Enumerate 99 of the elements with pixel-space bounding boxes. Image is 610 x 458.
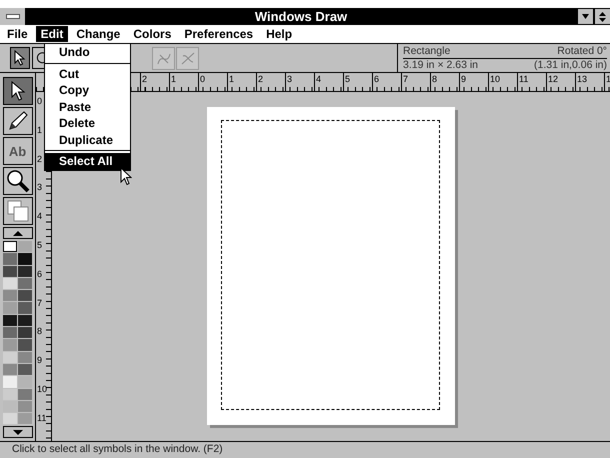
color-swatch[interactable] bbox=[3, 290, 17, 302]
menu-option[interactable]: Cut bbox=[45, 66, 130, 82]
down-arrow-icon bbox=[12, 430, 22, 435]
magnifier-icon bbox=[6, 169, 30, 193]
ruler-label: 9 bbox=[36, 354, 44, 368]
ruler-label: 2 bbox=[36, 152, 44, 166]
color-swatch[interactable] bbox=[3, 302, 17, 314]
pointer-tool[interactable] bbox=[2, 77, 32, 105]
system-menu-button[interactable] bbox=[0, 8, 26, 25]
menu-item[interactable]: Preferences bbox=[179, 26, 258, 42]
size-readout: 3.19 in × 2.63 in bbox=[403, 59, 478, 72]
ruler-label: 12 bbox=[546, 73, 575, 91]
position-readout: (1.31 in,0.06 in) bbox=[534, 59, 607, 72]
up-down-arrows-icon bbox=[599, 12, 606, 22]
pencil-icon bbox=[6, 110, 28, 132]
down-arrow-icon bbox=[582, 14, 589, 19]
menu-item[interactable]: Colors bbox=[128, 26, 176, 42]
color-swatch[interactable] bbox=[3, 376, 17, 388]
menu-option[interactable]: Delete bbox=[45, 115, 130, 132]
group-button[interactable] bbox=[176, 47, 199, 70]
ruler-label: 5 bbox=[36, 238, 44, 252]
ruler-label: 2 bbox=[256, 73, 285, 91]
ruler-label: 5 bbox=[343, 73, 372, 91]
menu-option[interactable]: Select All bbox=[45, 153, 130, 170]
shapes-tool[interactable] bbox=[2, 197, 32, 225]
color-swatch[interactable] bbox=[3, 364, 17, 376]
ruler-label: 10 bbox=[488, 73, 517, 91]
color-swatch[interactable] bbox=[18, 400, 32, 412]
color-swatch[interactable] bbox=[3, 327, 17, 338]
color-swatch[interactable] bbox=[3, 400, 17, 412]
ruler-label: 9 bbox=[459, 73, 488, 91]
menu-item[interactable]: Help bbox=[261, 26, 298, 42]
color-swatch[interactable] bbox=[18, 388, 32, 400]
ruler-label: 13 bbox=[575, 73, 604, 91]
color-swatch[interactable] bbox=[3, 388, 17, 400]
ruler-label: 0 bbox=[198, 73, 227, 91]
color-swatch[interactable] bbox=[18, 327, 32, 338]
ruler-label: 0 bbox=[36, 95, 44, 108]
ruler-label: 7 bbox=[401, 73, 430, 91]
ruler-label: 4 bbox=[36, 210, 44, 224]
pointer-icon bbox=[14, 50, 26, 66]
color-swatch[interactable] bbox=[18, 241, 32, 252]
palette-scroll-down-button[interactable] bbox=[2, 426, 32, 438]
ruler-label: 8 bbox=[36, 325, 44, 338]
menu-option[interactable]: Duplicate bbox=[45, 132, 130, 148]
color-swatch[interactable] bbox=[18, 352, 32, 363]
color-swatch[interactable] bbox=[3, 339, 17, 351]
menu-option[interactable]: Paste bbox=[45, 98, 130, 115]
window-title: Windows Draw bbox=[254, 9, 348, 24]
zoom-tool[interactable] bbox=[2, 167, 32, 195]
menu-item[interactable]: Edit bbox=[36, 26, 68, 42]
up-arrow-icon bbox=[12, 230, 22, 236]
menu-item[interactable]: File bbox=[2, 26, 33, 42]
menu-option[interactable]: Copy bbox=[45, 82, 130, 98]
overlapping-squares-icon bbox=[6, 199, 30, 223]
ruler-label: 1 bbox=[36, 124, 44, 137]
color-swatch[interactable] bbox=[3, 278, 17, 290]
color-swatch[interactable] bbox=[18, 253, 32, 265]
color-swatch[interactable] bbox=[18, 266, 32, 277]
ruler-label: 11 bbox=[517, 73, 546, 91]
color-swatch[interactable] bbox=[3, 413, 17, 424]
rotation-readout: Rotated 0° bbox=[557, 45, 607, 58]
pencil-tool[interactable] bbox=[2, 107, 32, 135]
ruler-label: 3 bbox=[285, 73, 314, 91]
menu-option[interactable]: Undo bbox=[45, 44, 130, 60]
ruler-label: 6 bbox=[36, 268, 44, 281]
shape-name: Rectangle bbox=[403, 45, 450, 58]
ruler-label: 6 bbox=[372, 73, 401, 91]
color-swatch[interactable] bbox=[18, 290, 32, 302]
pointer-icon bbox=[10, 81, 26, 101]
color-swatch[interactable] bbox=[3, 314, 17, 326]
color-swatch[interactable] bbox=[18, 413, 32, 424]
pointer-mode-button[interactable] bbox=[10, 47, 30, 69]
ruler-label: 2 bbox=[140, 73, 169, 91]
color-swatch[interactable] bbox=[3, 253, 17, 265]
ruler-label: 1 bbox=[227, 73, 256, 91]
minimize-button[interactable] bbox=[578, 9, 593, 24]
color-swatch[interactable] bbox=[3, 266, 17, 277]
color-swatch[interactable] bbox=[18, 278, 32, 290]
ruler-label: 8 bbox=[430, 73, 459, 91]
color-swatch[interactable] bbox=[18, 302, 32, 314]
ruler-label: 7 bbox=[36, 296, 44, 310]
color-swatch[interactable] bbox=[3, 352, 17, 363]
color-swatch[interactable] bbox=[18, 339, 32, 351]
color-swatch[interactable] bbox=[18, 364, 32, 376]
ruler-label: 3 bbox=[36, 181, 44, 194]
ungroup-button[interactable] bbox=[152, 47, 175, 70]
palette-scroll-up-button[interactable] bbox=[2, 227, 32, 239]
menu-item[interactable]: Change bbox=[71, 26, 126, 42]
color-swatch[interactable] bbox=[18, 376, 32, 388]
text-tool[interactable]: Ab bbox=[2, 137, 32, 165]
ruler-label: 10 bbox=[36, 382, 48, 396]
ruler-label: 4 bbox=[314, 73, 343, 91]
color-swatch[interactable] bbox=[3, 241, 17, 252]
color-swatch[interactable] bbox=[18, 314, 32, 326]
ruler-label: 11 bbox=[36, 412, 48, 425]
maximize-button[interactable] bbox=[595, 9, 610, 24]
status-text: Click to select all symbols in the window. (F2) bbox=[0, 441, 610, 458]
ruler-label: 1 bbox=[169, 73, 198, 91]
